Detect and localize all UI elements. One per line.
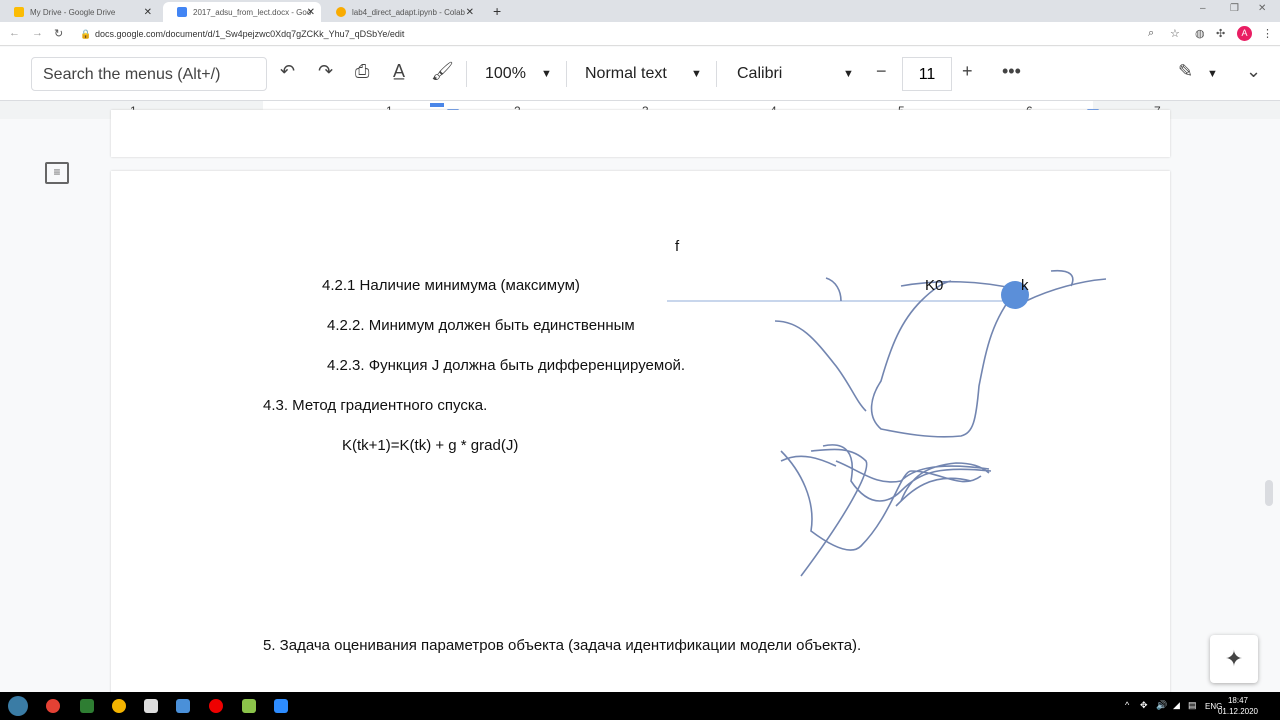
- docs-toolbar: Search the menus (Alt+/) ↶ ↷ ⎙ A̲ 🖌 100%…: [0, 47, 1280, 101]
- undo-icon[interactable]: ↶: [280, 61, 295, 82]
- puzzle-icon[interactable]: ✣: [1216, 27, 1225, 40]
- opera-icon[interactable]: [209, 699, 223, 713]
- close-tab-icon[interactable]: ✕: [307, 7, 315, 18]
- tab-colab[interactable]: lab4_direct_adapt.ipynb - Colab ✕: [322, 2, 480, 22]
- chevron-down-icon: ▼: [691, 68, 702, 80]
- chevron-down-icon: ▼: [843, 68, 854, 80]
- time: 18:47: [1227, 696, 1248, 705]
- dropbox-icon[interactable]: ✥: [1140, 700, 1148, 711]
- minimize-button[interactable]: –: [1200, 3, 1206, 14]
- doc-line: 5. Задача оценивания параметров объекта …: [263, 637, 862, 654]
- search-menus-input[interactable]: Search the menus (Alt+/): [31, 57, 267, 91]
- close-tab-icon[interactable]: ✕: [466, 7, 474, 18]
- previous-page: [111, 110, 1170, 157]
- more-icon[interactable]: •••: [1002, 61, 1021, 82]
- zoom-app-icon[interactable]: [274, 699, 288, 713]
- drive-icon: [14, 7, 24, 17]
- date: 01.12.2020: [1217, 707, 1258, 716]
- url-input[interactable]: docs.google.com/document/d/1_Sw4pejzwc0X…: [95, 29, 404, 39]
- decrease-font-button[interactable]: −: [876, 61, 887, 82]
- extension-icon[interactable]: ◍: [1195, 27, 1205, 40]
- avatar[interactable]: A: [1237, 26, 1252, 41]
- chevron-down-icon: ▼: [541, 68, 552, 80]
- colab-icon: [336, 7, 346, 17]
- explorer-icon[interactable]: [176, 699, 190, 713]
- redo-icon[interactable]: ↷: [318, 61, 333, 82]
- tab-title: 2017_adsu_from_lect.docx - Goo: [193, 7, 312, 17]
- chevron-down-icon: ▼: [1207, 68, 1218, 80]
- hand-drawing: [667, 269, 1107, 577]
- address-bar: ← → ↻ 🔒 docs.google.com/document/d/1_Sw4…: [0, 22, 1280, 46]
- start-icon[interactable]: [8, 696, 28, 716]
- lock-icon: 🔒: [80, 29, 92, 39]
- zoom-icon[interactable]: ⌕: [1148, 27, 1154, 40]
- doc-line: 4.3. Метод градиентного спуска.: [263, 397, 488, 414]
- maximize-button[interactable]: ❐: [1230, 3, 1239, 14]
- style-select[interactable]: Normal text: [585, 65, 667, 83]
- paint-format-icon[interactable]: 🖌: [431, 61, 454, 82]
- tab-strip: My Drive - Google Drive ✕ 2017_adsu_from_…: [0, 0, 1280, 22]
- app-icon[interactable]: [242, 699, 256, 713]
- app-icon[interactable]: [112, 699, 126, 713]
- drawing-label-f: f: [675, 238, 680, 255]
- scrollbar-thumb[interactable]: [1265, 480, 1273, 506]
- taskbar: ^ ✥ 🔊 ◢ ▤ ENG 18:47 01.12.2020: [0, 692, 1280, 720]
- zoom-select[interactable]: 100%: [485, 65, 526, 83]
- reload-icon[interactable]: ↻: [54, 27, 63, 40]
- close-tab-icon[interactable]: ✕: [144, 7, 152, 18]
- chrome-icon[interactable]: [46, 699, 60, 713]
- font-select[interactable]: Calibri: [737, 65, 782, 83]
- collapse-icon[interactable]: ⌄: [1246, 61, 1261, 82]
- close-window-button[interactable]: ✕: [1258, 3, 1266, 14]
- back-icon[interactable]: ←: [9, 27, 20, 39]
- tab-google-docs[interactable]: 2017_adsu_from_lect.docx - Goo ✕: [163, 2, 321, 22]
- font-size-input[interactable]: 11: [902, 57, 952, 91]
- explore-button[interactable]: ✦: [1210, 635, 1258, 683]
- tab-title: My Drive - Google Drive: [30, 7, 116, 17]
- menu-icon[interactable]: ⋮: [1262, 27, 1273, 40]
- increase-font-button[interactable]: +: [962, 61, 973, 82]
- tab-google-drive[interactable]: My Drive - Google Drive ✕: [0, 2, 158, 22]
- wifi-icon[interactable]: ◢: [1173, 700, 1180, 711]
- doc-line: 4.2.3. Функция J должна быть дифференцир…: [327, 357, 686, 374]
- new-tab-button[interactable]: +: [493, 3, 501, 19]
- star-icon[interactable]: ☆: [1170, 27, 1180, 40]
- forward-icon[interactable]: →: [32, 27, 43, 39]
- spellcheck-icon[interactable]: A̲: [393, 61, 405, 82]
- doc-line: 4.2.2. Минимум должен быть единственным: [327, 317, 635, 334]
- tray-chevron-icon[interactable]: ^: [1125, 700, 1129, 710]
- tab-title: lab4_direct_adapt.ipynb - Colab: [352, 7, 465, 17]
- drawing-label-k0: K0: [925, 277, 944, 294]
- first-line-indent-marker[interactable]: [430, 103, 444, 107]
- app-icon[interactable]: [144, 699, 158, 713]
- docs-icon: [177, 7, 187, 17]
- clock[interactable]: 18:47 01.12.2020: [1218, 695, 1258, 717]
- doc-line: K(tk+1)=K(tk) + g * grad(J): [342, 437, 519, 454]
- notification-icon[interactable]: ▤: [1188, 700, 1197, 711]
- print-icon[interactable]: ⎙: [355, 61, 369, 82]
- app-icon[interactable]: [80, 699, 94, 713]
- outline-icon[interactable]: ≡: [45, 162, 69, 184]
- drawing-label-k: k: [1021, 277, 1029, 294]
- document-page[interactable]: f K0 k 4.2.1 Наличие минимума (максимум)…: [111, 171, 1170, 711]
- volume-icon[interactable]: 🔊: [1156, 700, 1167, 711]
- doc-line: 4.2.1 Наличие минимума (максимум): [322, 277, 580, 294]
- edit-mode-icon[interactable]: ✎: [1178, 61, 1193, 82]
